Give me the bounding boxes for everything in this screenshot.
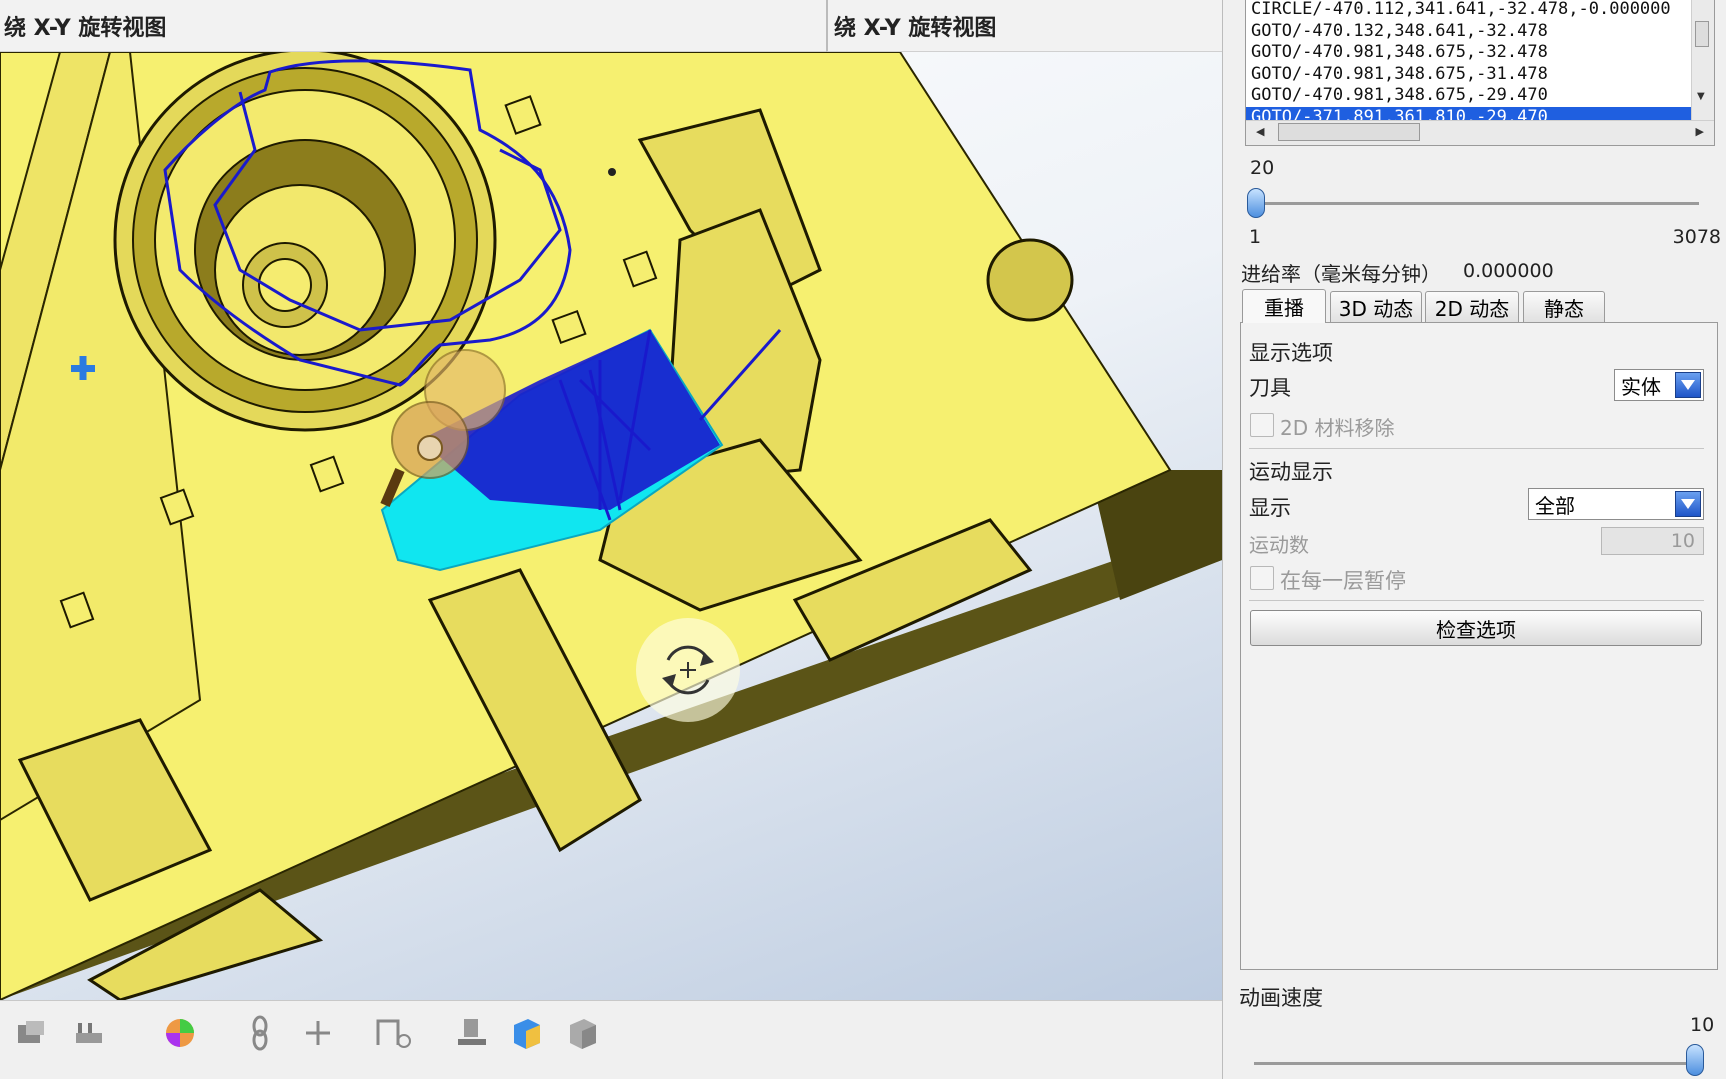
feed-rate-label: 进给率（毫米每分钟） [1241,262,1441,286]
step-max-value: 3078 [1672,226,1721,248]
tab-replay[interactable]: 重播 [1242,289,1326,323]
cl-list-row[interactable]: GOTO/-470.981,348.675,-32.478 [1246,42,1714,64]
cl-vertical-scrollbar[interactable]: ▼ [1691,0,1714,123]
tab-static[interactable]: 静态 [1523,291,1605,323]
pause-each-layer-label: 在每一层暂停 [1280,569,1406,593]
motion-display-value: 全部 [1535,493,1575,518]
step-slider-track[interactable] [1253,202,1699,205]
animation-speed-label: 动画速度 [1239,986,1323,1010]
tab-3d-dynamic[interactable]: 3D 动态 [1330,291,1422,323]
cl-list-row[interactable]: GOTO/-470.132,348.641,-32.478 [1246,21,1714,43]
part-model-scene[interactable] [0,52,1222,1000]
measure-icon[interactable] [374,1013,414,1053]
pause-each-layer-checkbox[interactable] [1250,566,1274,590]
display-options-title: 显示选项 [1249,341,1333,365]
step-min-value: 1 [1249,226,1262,248]
material-removal-label: 2D 材料移除 [1280,416,1395,440]
cl-list-row[interactable]: GOTO/-470.981,348.675,-31.478 [1246,64,1714,86]
chain-link-icon[interactable] [240,1013,280,1053]
fixture-display-icon[interactable] [70,1013,110,1053]
cl-list-box[interactable]: CIRCLE/-470.112,341.641,-32.478,-0.00000… [1245,0,1715,146]
shaded-display-icon[interactable] [12,1013,52,1053]
tool-display-value: 实体 [1621,374,1661,399]
view-title-right: 绕 X-Y 旋转视图 [826,0,1222,52]
scroll-left-icon[interactable]: ◀ [1256,125,1264,138]
motion-display-title: 运动显示 [1249,460,1333,484]
tab-2d-dynamic[interactable]: 2D 动态 [1425,291,1519,323]
feed-rate-value: 0.000000 [1463,260,1554,282]
point-plus-icon[interactable] [298,1013,338,1053]
animation-speed-thumb[interactable] [1686,1044,1704,1076]
chevron-down-icon [1675,372,1701,398]
check-options-button[interactable]: 检查选项 [1250,610,1702,646]
display-label: 显示 [1249,496,1291,520]
bottom-toolbar [0,1000,1222,1079]
cl-list-row[interactable]: GOTO/-470.981,348.675,-29.470 [1246,85,1714,107]
cl-list-row[interactable]: CIRCLE/-470.112,341.641,-32.478,-0.00000… [1246,0,1714,21]
step-slider-thumb[interactable] [1246,188,1265,218]
stand-icon[interactable] [452,1013,492,1053]
step-current-value: 20 [1250,157,1275,179]
chevron-down-icon [1675,491,1701,517]
view-title-left: 绕 X-Y 旋转视图 [0,0,826,52]
motion-count-label: 运动数 [1249,533,1309,557]
animation-speed-track[interactable] [1254,1062,1700,1065]
tool-display-select[interactable]: 实体 [1614,369,1704,401]
scroll-right-icon[interactable]: ▶ [1696,125,1704,138]
rotate-cursor-icon [636,618,740,722]
gray-box-icon[interactable] [562,1013,602,1053]
motion-count-field[interactable]: 10 [1601,527,1704,555]
blue-box-icon[interactable] [506,1013,546,1053]
motion-display-select[interactable]: 全部 [1528,488,1704,520]
analysis-color-icon[interactable] [160,1013,200,1053]
material-removal-checkbox[interactable] [1250,413,1274,437]
animation-speed-value: 10 [1690,1014,1715,1036]
tool-label: 刀具 [1249,376,1291,400]
scroll-down-icon[interactable]: ▼ [1697,91,1705,102]
cl-horizontal-scrollbar[interactable]: ◀ ▶ [1246,120,1714,145]
graphics-viewport[interactable]: 绕 X-Y 旋转视图 绕 X-Y 旋转视图 [0,0,1222,1079]
